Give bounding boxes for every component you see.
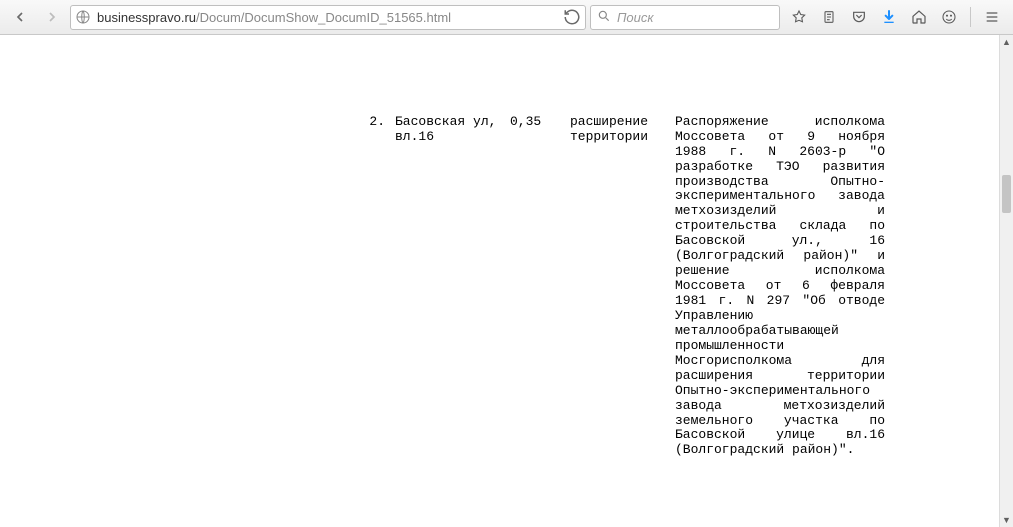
back-button[interactable] [6,4,34,30]
forward-button[interactable] [38,4,66,30]
download-icon[interactable] [874,4,904,30]
toolbar-icon-group [784,4,964,30]
vertical-scrollbar[interactable]: ▲ ▼ [999,35,1013,527]
search-icon [597,9,611,26]
document-content: 2. Басовская ул, вл.16 0,35 расширение т… [0,35,999,527]
scroll-thumb[interactable] [1002,175,1011,213]
globe-icon [75,9,91,25]
browser-toolbar: businesspravo.ru/Docum/DocumShow_DocumID… [0,0,1013,35]
page-viewport: 2. Басовская ул, вл.16 0,35 расширение т… [0,35,1013,527]
cell-number: 2. [365,115,395,459]
reload-button[interactable] [563,8,581,26]
cell-description: Распоряжение исполкома Моссовета от 9 но… [675,115,885,459]
menu-button[interactable] [977,4,1007,30]
search-bar[interactable]: Поиск [590,5,780,30]
pocket-icon[interactable] [844,4,874,30]
cell-address: Басовская ул, вл.16 [395,115,510,459]
bookmark-star-icon[interactable] [784,4,814,30]
cell-value: 0,35 [510,115,570,459]
scroll-down-button[interactable]: ▼ [1000,513,1013,527]
url-text: businesspravo.ru/Docum/DocumShow_DocumID… [97,10,563,25]
toolbar-separator [970,7,971,27]
table-row: 2. Басовская ул, вл.16 0,35 расширение т… [365,115,969,459]
cell-purpose: расширение территории [570,115,675,459]
smiley-icon[interactable] [934,4,964,30]
home-icon[interactable] [904,4,934,30]
search-placeholder: Поиск [617,10,773,25]
reader-icon[interactable] [814,4,844,30]
scroll-up-button[interactable]: ▲ [1000,35,1013,49]
url-bar[interactable]: businesspravo.ru/Docum/DocumShow_DocumID… [70,5,586,30]
